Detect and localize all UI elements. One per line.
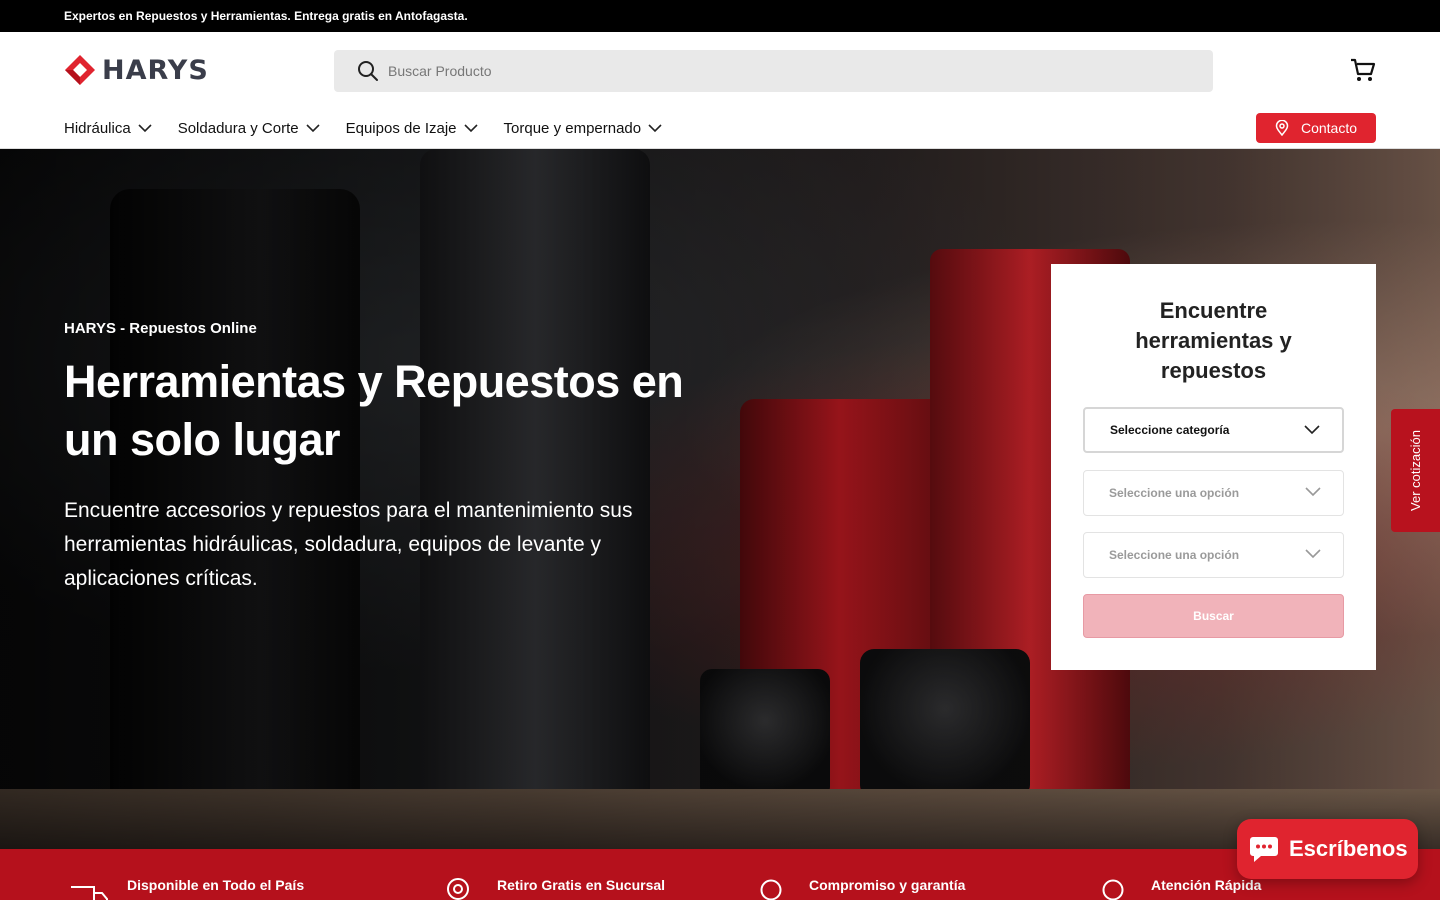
option-select-1[interactable]: Seleccione una opción — [1083, 470, 1344, 516]
quote-side-tab-label: Ver cotización — [1408, 430, 1423, 511]
logo-icon — [65, 55, 95, 85]
chevron-down-icon — [648, 124, 662, 133]
chevron-down-icon — [463, 124, 478, 133]
announcement-text: Expertos en Repuestos y Herramientas. En… — [64, 9, 468, 23]
chat-button[interactable]: Escríbenos — [1237, 819, 1418, 879]
chevron-down-icon — [1305, 487, 1321, 497]
hero-description: Encuentre accesorios y repuestos para el… — [64, 499, 633, 590]
nav-item-soldadura[interactable]: Soldadura y Corte — [178, 116, 320, 140]
option-select-value: Seleccione una opción — [1109, 486, 1240, 500]
cart-icon[interactable] — [1349, 56, 1377, 84]
category-select[interactable]: Seleccione categoría — [1083, 407, 1344, 453]
truck-icon — [71, 886, 108, 900]
nav-item-hidraulica[interactable]: Hidráulica — [64, 116, 152, 140]
chat-label: Escríbenos — [1289, 836, 1408, 861]
nav-item-label: Hidráulica — [64, 119, 131, 137]
hero-eyebrow: HARYS - Repuestos Online — [64, 320, 257, 337]
location-pin-icon — [447, 878, 469, 900]
search-button[interactable]: Buscar — [1083, 594, 1344, 638]
search-bar[interactable] — [334, 50, 1213, 92]
category-select-value: Seleccione categoría — [1110, 423, 1230, 437]
logo-text: HARYS — [102, 54, 209, 86]
nav-item-torque[interactable]: Torque y empernado — [504, 116, 663, 140]
location-pin-icon — [1275, 120, 1289, 136]
quote-side-tab[interactable]: Ver cotización — [1391, 409, 1440, 532]
site-header: HARYS Hidráulica Soldadura y Corte Equip… — [0, 32, 1440, 149]
check-circle-icon — [760, 879, 782, 900]
nav-item-label: Torque y empernado — [503, 119, 642, 137]
announcement-bar: Expertos en Repuestos y Herramientas. En… — [0, 0, 1440, 32]
chevron-down-icon — [1304, 425, 1320, 435]
search-icon[interactable] — [356, 59, 380, 83]
search-input[interactable] — [388, 50, 1188, 92]
hero-title: Herramientas y Repuestos en un solo luga… — [64, 356, 684, 465]
nav-item-label: Soldadura y Corte — [177, 119, 299, 137]
feature-label-fast-service: Atención Rápida — [1151, 877, 1262, 893]
chat-bubble-icon — [1250, 837, 1278, 862]
option-select-2[interactable]: Seleccione una opción — [1083, 532, 1344, 578]
chevron-down-icon — [1305, 549, 1321, 559]
contact-label: Contacto — [1300, 120, 1358, 136]
option-select-value: Seleccione una opción — [1109, 548, 1240, 562]
finder-title: Encuentre herramientas y repuestos — [1135, 298, 1292, 383]
nav-item-izaje[interactable]: Equipos de Izaje — [346, 116, 478, 140]
logo[interactable]: HARYS — [64, 54, 209, 86]
contact-button[interactable]: Contacto — [1256, 113, 1376, 143]
feature-label-guarantee: Compromiso y garantía — [809, 877, 966, 893]
feature-label-nationwide: Disponible en Todo el País — [127, 877, 305, 893]
chevron-down-icon — [138, 124, 152, 133]
main-nav: Hidráulica Soldadura y Corte Equipos de … — [64, 116, 688, 140]
nav-item-label: Equipos de Izaje — [345, 119, 457, 137]
product-finder: Encuentre herramientas y repuestos Selec… — [1051, 264, 1376, 670]
feature-label-pickup: Retiro Gratis en Sucursal — [497, 877, 666, 893]
chevron-down-icon — [306, 124, 320, 133]
features-bar: Disponible en Todo el País Retiro Gratis… — [0, 849, 1440, 900]
clock-icon — [1102, 879, 1124, 900]
